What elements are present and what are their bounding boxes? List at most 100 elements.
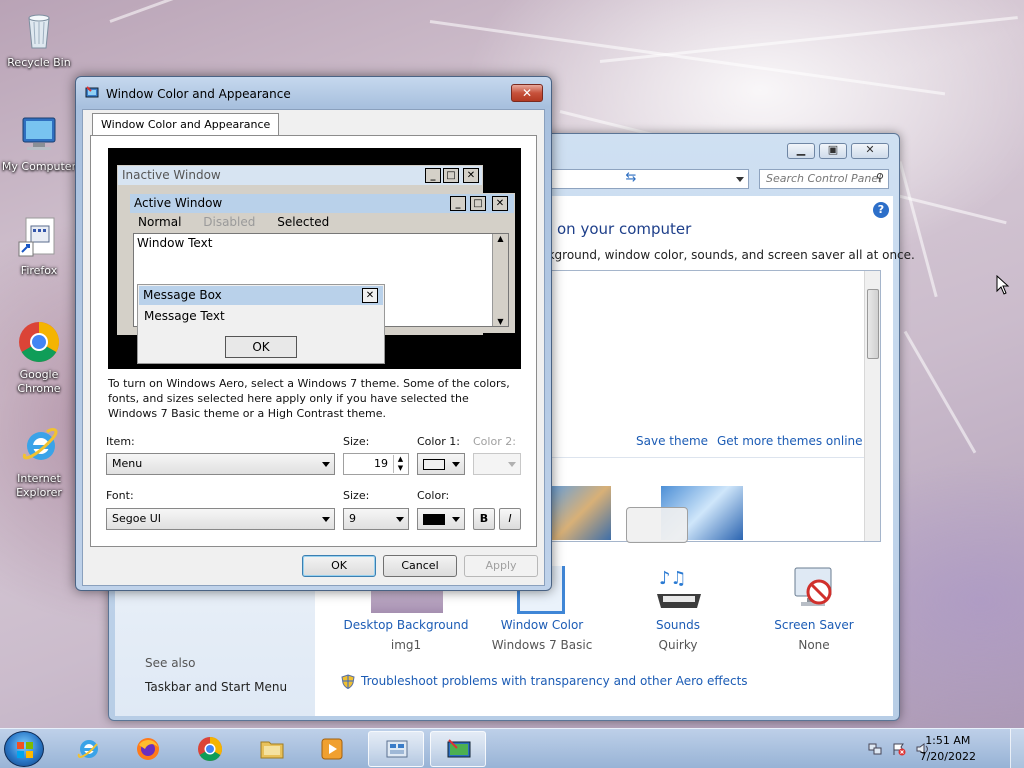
media-player-icon — [321, 738, 343, 760]
preview-message-box[interactable]: Message Box ✕ Message Text OK — [137, 284, 385, 364]
desktop-background-item[interactable]: Desktop Background img1 — [341, 618, 471, 652]
color2-picker[interactable] — [473, 453, 521, 475]
screen-saver-link[interactable]: Screen Saver — [749, 618, 879, 632]
maximize-button[interactable]: ▣ — [819, 143, 847, 159]
search-icon[interactable]: ⚲ — [876, 171, 884, 184]
chevron-down-icon — [322, 517, 330, 522]
taskbar-control-panel[interactable] — [368, 731, 424, 767]
desktop-icon-label: Google Chrome — [17, 368, 61, 395]
desktop-background-thumbnail[interactable] — [371, 589, 443, 613]
menu-selected: Selected — [277, 215, 330, 229]
window-text: Window Text — [137, 236, 213, 250]
theme-selection-frame[interactable] — [626, 507, 688, 543]
maximize-icon: □ — [470, 196, 486, 211]
maximize-icon: ▣ — [827, 143, 839, 156]
taskbar-media-player[interactable] — [304, 731, 360, 767]
window-color-link[interactable]: Window Color — [477, 618, 607, 632]
close-button[interactable]: ✕ — [851, 143, 889, 159]
desktop-icon-internet-explorer[interactable]: Internet Explorer — [1, 424, 77, 500]
firefox-shortcut-icon — [17, 216, 61, 260]
preview-scrollbar: ▲ ▼ — [492, 234, 508, 326]
tab-window-color-appearance[interactable]: Window Color and Appearance — [92, 113, 280, 136]
themes-list[interactable]: Save theme Get more themes online — [541, 270, 881, 543]
clock[interactable]: 1:51 AM 7/20/2022 — [920, 733, 976, 765]
show-desktop-button[interactable] — [1010, 729, 1024, 768]
troubleshoot-link[interactable]: Troubleshoot problems with transparency … — [361, 674, 748, 688]
scrollbar[interactable] — [864, 271, 880, 541]
item-value: Menu — [112, 457, 143, 470]
minimize-icon: _ — [425, 168, 441, 183]
desktop-icon-google-chrome[interactable]: Google Chrome — [1, 320, 77, 396]
screen-saver-item[interactable]: Screen Saver None — [749, 618, 879, 652]
font-size-label: Size: — [343, 489, 370, 502]
scroll-down-icon: ▼ — [497, 317, 504, 326]
refresh-icon[interactable]: ⇆ — [621, 170, 641, 188]
get-more-themes-link[interactable]: Get more themes online — [717, 434, 863, 448]
save-theme-link[interactable]: Save theme — [636, 434, 708, 448]
taskbar-firefox[interactable] — [120, 731, 176, 767]
desktop-icon-my-computer[interactable]: My Computer — [1, 112, 77, 174]
taskbar-file-explorer[interactable] — [244, 731, 300, 767]
minimize-icon: ▁ — [796, 143, 806, 156]
ok-button[interactable]: OK — [302, 555, 376, 577]
internet-explorer-icon — [77, 740, 98, 758]
taskbar-chrome[interactable] — [182, 731, 238, 767]
apply-button[interactable]: Apply — [464, 555, 538, 577]
desktop-background-link[interactable]: Desktop Background — [341, 618, 471, 632]
minimize-button[interactable]: ▁ — [787, 143, 815, 159]
close-icon: ✕ — [521, 86, 533, 100]
desktop-icon-firefox[interactable]: Firefox — [1, 216, 77, 278]
sounds-link[interactable]: Sounds — [613, 618, 743, 632]
screen-saver-value: None — [798, 638, 830, 652]
font-color-picker[interactable] — [417, 508, 465, 530]
sounds-item[interactable]: Sounds Quirky — [613, 618, 743, 652]
chevron-down-icon — [508, 462, 516, 467]
network-icon[interactable] — [868, 742, 882, 756]
sounds-icon[interactable]: ♪♫ — [653, 564, 705, 612]
search-input[interactable]: Search Control Panel ⚲ — [759, 169, 889, 189]
bold-button[interactable]: B — [473, 508, 495, 530]
start-button[interactable] — [4, 731, 44, 767]
taskbar: 1:51 AM 7/20/2022 — [0, 728, 1024, 768]
desktop-icon-label: My Computer — [1, 160, 77, 173]
preview-menu-bar: Normal Disabled Selected — [130, 213, 514, 231]
dialog-title: Window Color and Appearance — [106, 87, 291, 101]
page-title: on your computer — [557, 220, 692, 238]
color1-picker[interactable] — [417, 453, 465, 475]
item-select[interactable]: Menu — [106, 453, 335, 475]
color1-swatch — [423, 459, 445, 470]
windows-logo-icon — [17, 742, 33, 758]
folder-icon — [260, 741, 284, 759]
theme-thumbnail[interactable] — [550, 485, 612, 541]
window-color-appearance-dialog[interactable]: Window Color and Appearance ✕ Window Col… — [75, 76, 552, 591]
chevron-down-icon[interactable] — [736, 177, 744, 182]
firefox-icon — [137, 738, 159, 760]
desktop-icon-recycle-bin[interactable]: Recycle Bin — [1, 8, 77, 70]
screen-saver-icon[interactable] — [789, 564, 837, 612]
action-center-icon[interactable] — [892, 742, 906, 756]
taskbar-window-color[interactable] — [430, 731, 486, 767]
cancel-button[interactable]: Cancel — [383, 555, 457, 577]
spin-down-icon[interactable]: ▼ — [394, 464, 407, 473]
tab-panel: Inactive Window _ □ ✕ Active Window _ □ … — [90, 135, 537, 547]
control-panel-icon — [386, 740, 408, 758]
scroll-thumb[interactable] — [867, 289, 879, 359]
taskbar-start-menu-link[interactable]: Taskbar and Start Menu — [145, 680, 287, 694]
font-select[interactable]: Segoe UI — [106, 508, 335, 530]
font-value: Segoe UI — [112, 512, 162, 525]
divider — [542, 457, 864, 458]
size-spinner[interactable]: ▲ ▼ — [393, 455, 407, 473]
spin-up-icon[interactable]: ▲ — [394, 455, 407, 464]
address-bar[interactable] — [549, 169, 749, 189]
window-color-item[interactable]: Window Color Windows 7 Basic — [477, 618, 607, 652]
font-size-select[interactable]: 9 — [343, 508, 409, 530]
dialog-client: Window Color and Appearance Inactive Win… — [82, 109, 545, 586]
appearance-preview[interactable]: Inactive Window _ □ ✕ Active Window _ □ … — [108, 148, 521, 369]
dialog-close-button[interactable]: ✕ — [511, 84, 543, 102]
italic-button[interactable]: I — [499, 508, 521, 530]
taskbar-internet-explorer[interactable] — [60, 731, 116, 767]
chrome-icon — [198, 736, 222, 762]
item-size-input[interactable]: 19 ▲ ▼ — [343, 453, 409, 475]
help-icon[interactable]: ? — [873, 202, 889, 218]
clock-time: 1:51 AM — [925, 734, 971, 747]
